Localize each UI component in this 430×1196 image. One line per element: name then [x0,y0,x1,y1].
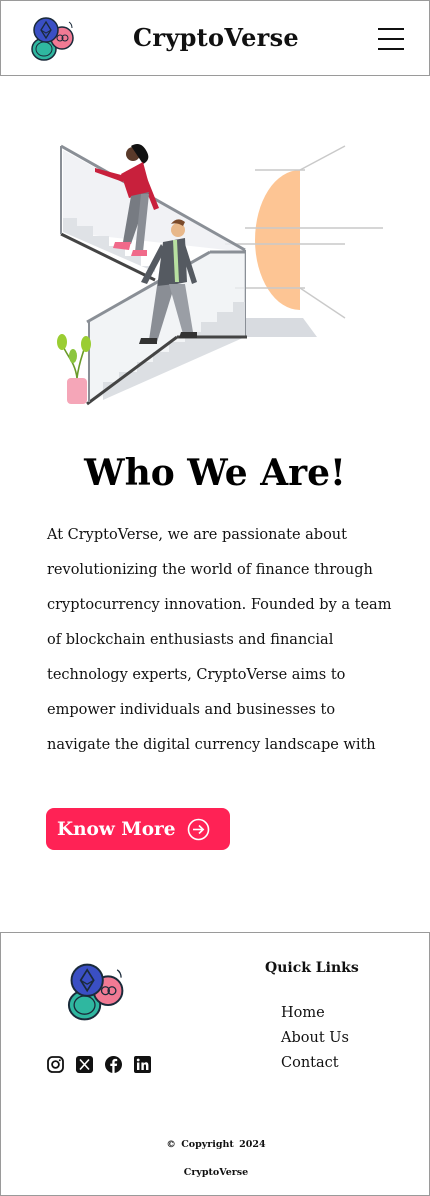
x-twitter-icon[interactable] [76,1056,93,1073]
about-description: At CryptoVerse, we are passionate about … [47,518,392,763]
quick-links-title: Quick Links [265,960,359,976]
crypto-coins-logo-icon[interactable] [65,961,125,1023]
quick-links-list: Home About Us Contact [281,1004,349,1079]
about-line: of blockchain enthusiasts and financial [47,632,334,648]
brand-name[interactable]: CryptoVerse [1,23,430,52]
section-title: Who We Are! [84,452,346,494]
about-line: At CryptoVerse, we are passionate about [47,527,347,543]
people-climbing-stairs-illustration [57,144,383,406]
know-more-button[interactable]: Know More [46,808,230,850]
about-line: empower individuals and businesses to [47,702,336,718]
footer-link-contact[interactable]: Contact [281,1054,349,1079]
social-links [47,1056,151,1073]
about-line: technology experts, CryptoVerse aims to [47,667,346,683]
know-more-label: Know More [57,818,176,840]
site-footer: Quick Links Home About Us Contact © Copy… [0,932,430,1196]
arrow-right-circle-icon [187,818,210,841]
hamburger-menu-icon[interactable] [377,25,405,53]
site-header: CryptoVerse [0,0,430,76]
facebook-icon[interactable] [105,1056,122,1073]
footer-brand: CryptoVerse [183,1167,249,1178]
instagram-icon[interactable] [47,1056,64,1073]
footer-link-about-us[interactable]: About Us [281,1029,349,1054]
about-line: navigate the digital currency landscape … [47,737,376,753]
footer-link-home[interactable]: Home [281,1004,349,1029]
about-line: cryptocurrency innovation. Founded by a … [47,597,392,613]
about-line: revolutionizing the world of finance thr… [47,562,373,578]
linkedin-icon[interactable] [134,1056,151,1073]
copyright-text: © Copyright 2024 [166,1139,266,1150]
